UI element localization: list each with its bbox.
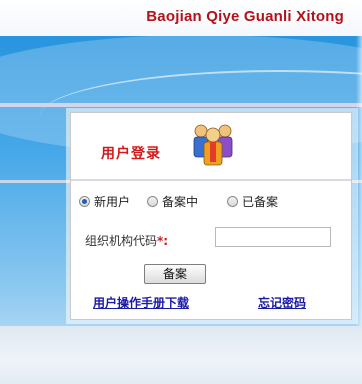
login-title: 用户登录 xyxy=(101,146,161,162)
radio-button[interactable] xyxy=(227,196,238,207)
app-brand-title: Baojian Qiye Guanli Xitong xyxy=(146,8,344,25)
radio-filed[interactable]: 已备案 xyxy=(227,193,278,210)
submit-button[interactable]: 备案 xyxy=(144,264,206,284)
header-band: Baojian Qiye Guanli Xitong xyxy=(0,0,362,36)
login-page: Baojian Qiye Guanli Xitong 用户登录 新用户 备案中 … xyxy=(0,0,362,384)
radio-label-filed: 已备案 xyxy=(242,195,279,209)
panel-divider xyxy=(71,179,351,181)
radio-label-new-user: 新用户 xyxy=(94,195,131,209)
radio-new-user[interactable]: 新用户 xyxy=(79,193,130,210)
footer-band xyxy=(0,326,362,384)
org-code-label-text: 组织机构代码 xyxy=(85,234,158,248)
manual-download-link[interactable]: 用户操作手册下载 xyxy=(93,294,189,311)
org-code-input[interactable] xyxy=(215,227,331,247)
radio-filing[interactable]: 备案中 xyxy=(147,193,198,210)
users-group-icon xyxy=(193,124,233,166)
required-mark: *: xyxy=(157,234,169,248)
user-status-radio-group: 新用户 备案中 已备案 xyxy=(79,193,349,213)
org-code-label: 组织机构代码*: xyxy=(85,232,168,249)
radio-button-checked[interactable] xyxy=(79,196,90,207)
forgot-password-link[interactable]: 忘记密码 xyxy=(258,294,306,311)
radio-button[interactable] xyxy=(147,196,158,207)
divider-line-upper xyxy=(0,103,362,107)
radio-label-filing: 备案中 xyxy=(162,195,199,209)
login-panel: 用户登录 新用户 备案中 已备案 组织机构代码*: 备案 用户操作手册下载 忘记… xyxy=(70,112,352,320)
